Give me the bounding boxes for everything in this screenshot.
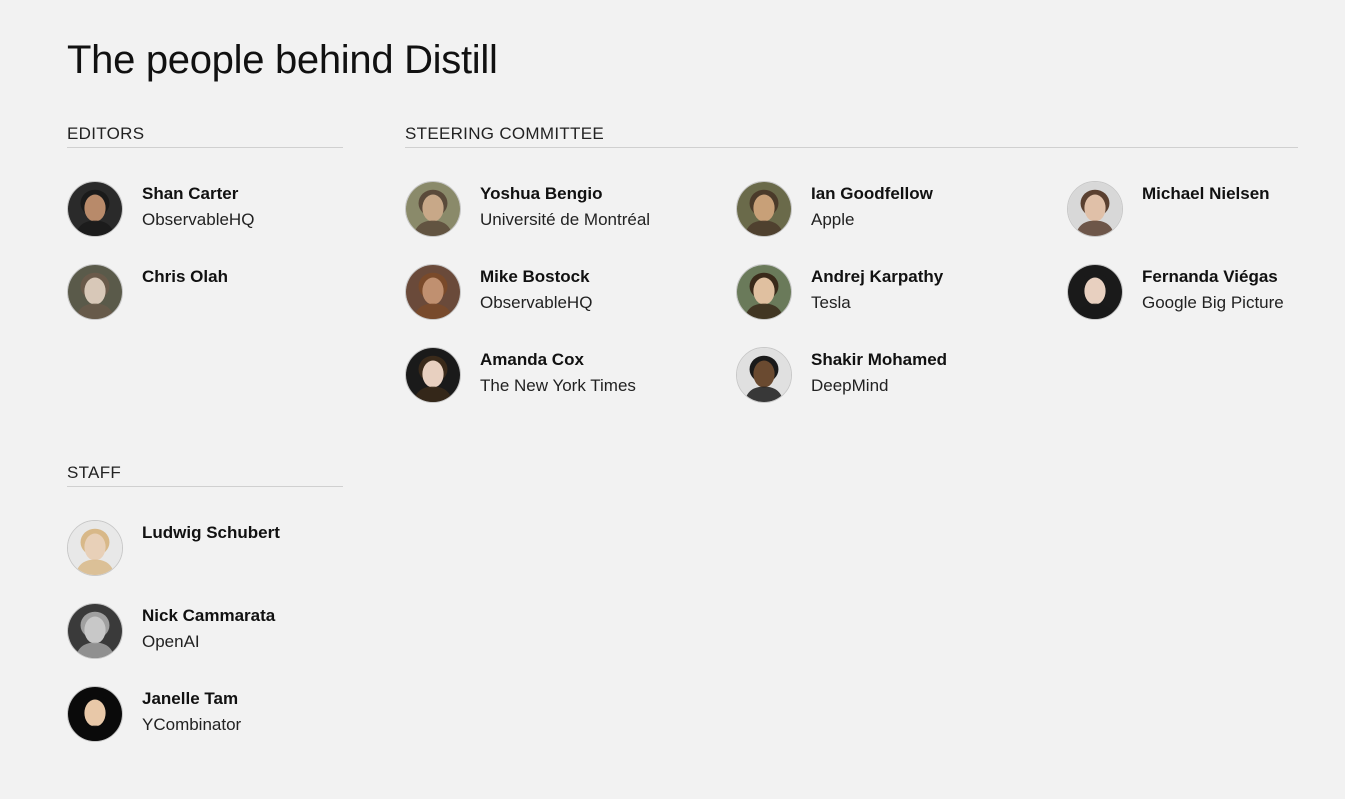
person-name[interactable]: Mike Bostock <box>480 267 590 287</box>
staff-list: Ludwig Schubert Nick Cammarata OpenAI Janel… <box>67 487 343 747</box>
portrait-photo <box>68 265 122 319</box>
person-card[interactable]: Ludwig Schubert <box>67 520 387 580</box>
staff-section: STAFF Ludwig Schubert Nick Cammarata OpenA… <box>67 463 343 747</box>
person-name[interactable]: Ian Goodfellow <box>811 184 933 204</box>
editors-list: Shan Carter ObservableHQ Chris Olah <box>67 148 343 320</box>
portrait-photo <box>68 687 122 741</box>
portrait-photo <box>1068 182 1122 236</box>
person-affiliation: DeepMind <box>811 376 889 395</box>
avatar[interactable] <box>67 686 123 742</box>
staff-heading: STAFF <box>67 463 343 487</box>
avatar[interactable] <box>1067 181 1123 237</box>
person-affiliation: YCombinator <box>142 715 242 734</box>
person-name[interactable]: Fernanda Viégas <box>1142 267 1278 287</box>
avatar[interactable] <box>736 264 792 320</box>
person-name[interactable]: Andrej Karpathy <box>811 267 943 287</box>
person-affiliation: Université de Montréal <box>480 210 651 229</box>
portrait-photo <box>68 182 122 236</box>
person-affiliation: ObservableHQ <box>142 210 255 229</box>
person-name[interactable]: Amanda Cox <box>480 350 584 370</box>
person-card[interactable]: Janelle Tam YCombinator <box>67 686 387 746</box>
steering-section: STEERING COMMITTEE Yoshua Bengio Universi… <box>405 124 1298 408</box>
portrait-photo <box>406 348 460 402</box>
steering-heading: STEERING COMMITTEE <box>405 124 1298 148</box>
steering-list: Yoshua Bengio Université de Montréal Ian G… <box>405 148 1298 408</box>
avatar[interactable] <box>1067 264 1123 320</box>
person-affiliation: The New York Times <box>480 376 636 395</box>
person-affiliation: Google Big Picture <box>1142 293 1284 312</box>
person-affiliation: Tesla <box>811 293 851 312</box>
person-name[interactable]: Shakir Mohamed <box>811 350 947 370</box>
person-affiliation: Apple <box>811 210 855 229</box>
person-name[interactable]: Chris Olah <box>142 267 228 287</box>
portrait-photo <box>68 604 122 658</box>
portrait-photo <box>406 182 460 236</box>
person-card[interactable]: Shakir Mohamed DeepMind <box>736 347 1056 407</box>
person-card[interactable]: Yoshua Bengio Université de Montréal <box>405 181 725 241</box>
person-card[interactable]: Fernanda Viégas Google Big Picture <box>1067 264 1345 324</box>
avatar[interactable] <box>736 347 792 403</box>
avatar[interactable] <box>405 347 461 403</box>
portrait-photo <box>406 265 460 319</box>
page-title: The people behind Distill <box>67 38 498 82</box>
portrait-photo <box>737 182 791 236</box>
person-name[interactable]: Janelle Tam <box>142 689 238 709</box>
avatar[interactable] <box>405 264 461 320</box>
person-card[interactable]: Nick Cammarata OpenAI <box>67 603 387 663</box>
person-card[interactable]: Michael Nielsen <box>1067 181 1345 241</box>
person-card[interactable]: Amanda Cox The New York Times <box>405 347 725 407</box>
portrait-photo <box>737 265 791 319</box>
avatar[interactable] <box>405 181 461 237</box>
person-name[interactable]: Michael Nielsen <box>1142 184 1270 204</box>
avatar[interactable] <box>67 181 123 237</box>
avatar[interactable] <box>736 181 792 237</box>
portrait-photo <box>68 521 122 575</box>
person-name[interactable]: Shan Carter <box>142 184 238 204</box>
avatar[interactable] <box>67 520 123 576</box>
editors-section: EDITORS Shan Carter ObservableHQ Chris Ola… <box>67 124 343 320</box>
portrait-photo <box>1068 265 1122 319</box>
person-name[interactable]: Yoshua Bengio <box>480 184 602 204</box>
person-card[interactable]: Mike Bostock ObservableHQ <box>405 264 725 324</box>
person-card[interactable]: Shan Carter ObservableHQ <box>67 181 387 241</box>
people-page: The people behind Distill EDITORS Shan C… <box>0 0 1345 799</box>
person-card[interactable]: Chris Olah <box>67 264 387 324</box>
person-affiliation: ObservableHQ <box>480 293 593 312</box>
editors-heading: EDITORS <box>67 124 343 148</box>
avatar[interactable] <box>67 264 123 320</box>
person-name[interactable]: Nick Cammarata <box>142 606 275 626</box>
person-card[interactable]: Andrej Karpathy Tesla <box>736 264 1056 324</box>
avatar[interactable] <box>67 603 123 659</box>
portrait-photo <box>737 348 791 402</box>
person-card[interactable]: Ian Goodfellow Apple <box>736 181 1056 241</box>
person-name[interactable]: Ludwig Schubert <box>142 523 280 543</box>
person-affiliation: OpenAI <box>142 632 200 651</box>
